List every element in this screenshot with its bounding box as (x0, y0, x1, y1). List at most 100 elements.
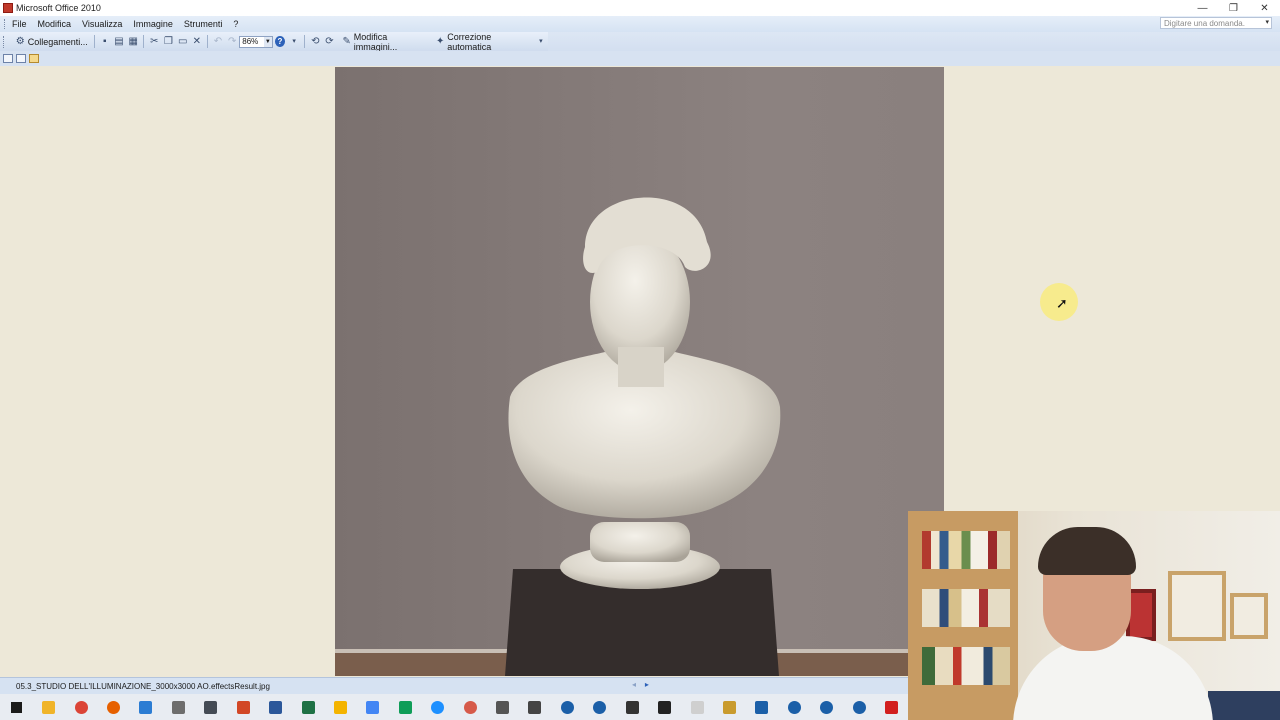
taskbar-button[interactable] (875, 694, 907, 720)
monitor-icon (496, 700, 510, 714)
taskbar-button[interactable] (648, 694, 680, 720)
close-button[interactable]: ✕ (1249, 0, 1280, 16)
bookshelf (908, 511, 1018, 720)
taskbar-button[interactable] (65, 694, 97, 720)
layout-app-icon (755, 700, 769, 714)
edit-images-button[interactable]: ✎ Modifica immagini... (337, 32, 431, 52)
taskbar-button[interactable] (227, 694, 259, 720)
pen-tool-icon (171, 700, 185, 714)
taskbar-button[interactable] (324, 694, 356, 720)
acrobat-icon (885, 700, 899, 714)
powerpoint-icon (236, 700, 250, 714)
taskbar-button[interactable] (713, 694, 745, 720)
menu-grip[interactable] (4, 19, 8, 29)
taskbar-button[interactable] (162, 694, 194, 720)
taskbar-button[interactable] (746, 694, 778, 720)
taskbar-button[interactable] (259, 694, 291, 720)
taskbar-button[interactable] (421, 694, 453, 720)
menu-strumenti[interactable]: Strumenti (184, 19, 223, 29)
status-navigation[interactable]: ◂ ▸ (632, 680, 649, 689)
save-icon[interactable]: ▪ (100, 36, 110, 47)
taskbar-button[interactable] (811, 694, 843, 720)
zoom-select[interactable]: 86% ▼ (239, 35, 273, 48)
taskbar-button[interactable] (681, 694, 713, 720)
sketchup-icon-3 (820, 700, 834, 714)
chrome-icon (74, 700, 88, 714)
menu-help[interactable]: ? (233, 19, 238, 29)
toolbar-options-icon[interactable]: ▾ (536, 36, 546, 47)
thumbnail-view-icon[interactable] (3, 54, 13, 63)
office-app-icon (3, 3, 13, 13)
taskbar-button[interactable] (778, 694, 810, 720)
rotate-left-icon[interactable]: ⟲ (310, 36, 320, 47)
taskbar-button[interactable] (551, 694, 583, 720)
shield-app-icon (593, 700, 607, 714)
taskbar-button[interactable] (357, 694, 389, 720)
books-row (922, 647, 1010, 685)
menu-immagine[interactable]: Immagine (133, 19, 173, 29)
menu-visualizza[interactable]: Visualizza (82, 19, 122, 29)
standard-toolbar: ⚙ Collegamenti... ▪ ▤ ▦ ✂ ❐ ▭ ✕ ↶ ↷ 86% … (0, 32, 548, 52)
restore-button[interactable]: ❐ (1218, 0, 1249, 16)
chevron-down-icon[interactable]: ▾ (1265, 18, 1269, 26)
delete-icon[interactable]: ✕ (192, 36, 202, 47)
person-hair (1038, 527, 1136, 575)
copy-icon[interactable]: ❐ (163, 36, 173, 47)
menu-modifica[interactable]: Modifica (38, 19, 72, 29)
chevron-down-icon[interactable]: ▼ (263, 36, 272, 47)
print-icon[interactable]: ▤ (114, 36, 124, 47)
taskbar-button[interactable] (292, 694, 324, 720)
taskbar-button[interactable] (130, 694, 162, 720)
word-icon (269, 700, 283, 714)
minimize-button[interactable]: — (1187, 0, 1218, 16)
taskbar-button[interactable] (486, 694, 518, 720)
toolbar-separator (206, 35, 208, 48)
outlook-icon (139, 700, 153, 714)
autocorrect-button[interactable]: ✦ Correzione automatica (430, 32, 534, 52)
single-image-view-icon[interactable] (29, 54, 39, 63)
wall-picture-frame (1230, 593, 1268, 639)
paste-icon[interactable]: ▭ (178, 36, 188, 47)
window-app-icon (528, 700, 542, 714)
help-search-input[interactable]: Digitare una domanda. ▾ (1160, 17, 1272, 29)
bust-sculpture-image (335, 197, 944, 676)
taskbar-button[interactable] (454, 694, 486, 720)
taskbar-button[interactable] (843, 694, 875, 720)
toolbar-options-icon[interactable]: ▾ (289, 36, 299, 47)
zoom-value: 86% (242, 37, 259, 46)
status-bar: 05.3_STUDIO DELL'ILLUMINAZIONE_3000x3000… (0, 677, 908, 695)
person-shirt (1013, 636, 1213, 720)
cut-icon[interactable]: ✂ (149, 36, 159, 47)
rotate-right-icon[interactable]: ⟳ (324, 36, 334, 47)
taskbar-button[interactable] (584, 694, 616, 720)
taskbar-button[interactable] (0, 694, 32, 720)
taskbar-button[interactable] (97, 694, 129, 720)
windows-start-icon (10, 701, 22, 713)
paw-app-icon (625, 700, 639, 714)
file-explorer-icon (42, 700, 56, 714)
books-row (922, 531, 1010, 569)
help-search-placeholder: Digitare una domanda. (1164, 18, 1245, 28)
toolbar-grip[interactable] (3, 35, 7, 48)
edit-images-icon: ✎ (342, 36, 351, 47)
image-canvas[interactable] (335, 67, 944, 676)
taskbar-button[interactable] (195, 694, 227, 720)
help-icon[interactable]: ? (274, 36, 286, 47)
window-controls: — ❐ ✕ (1187, 0, 1280, 16)
scan-icon[interactable]: ▦ (128, 36, 138, 47)
toolbar-separator (304, 35, 306, 48)
webcam-overlay (908, 511, 1280, 720)
toolbar-separator (143, 35, 145, 48)
calculator-icon (204, 700, 218, 714)
links-button[interactable]: ⚙ Collegamenti... (10, 34, 91, 49)
redo-icon[interactable]: ↷ (227, 36, 237, 47)
sketchup-icon (560, 700, 574, 714)
undo-icon[interactable]: ↶ (213, 36, 223, 47)
taskbar-button[interactable] (389, 694, 421, 720)
taskbar-button[interactable] (616, 694, 648, 720)
toolbar-empty-area (548, 32, 1280, 51)
taskbar-button[interactable] (32, 694, 64, 720)
menu-file[interactable]: File (12, 19, 27, 29)
filmstrip-view-icon[interactable] (16, 54, 26, 63)
taskbar-button[interactable] (519, 694, 551, 720)
